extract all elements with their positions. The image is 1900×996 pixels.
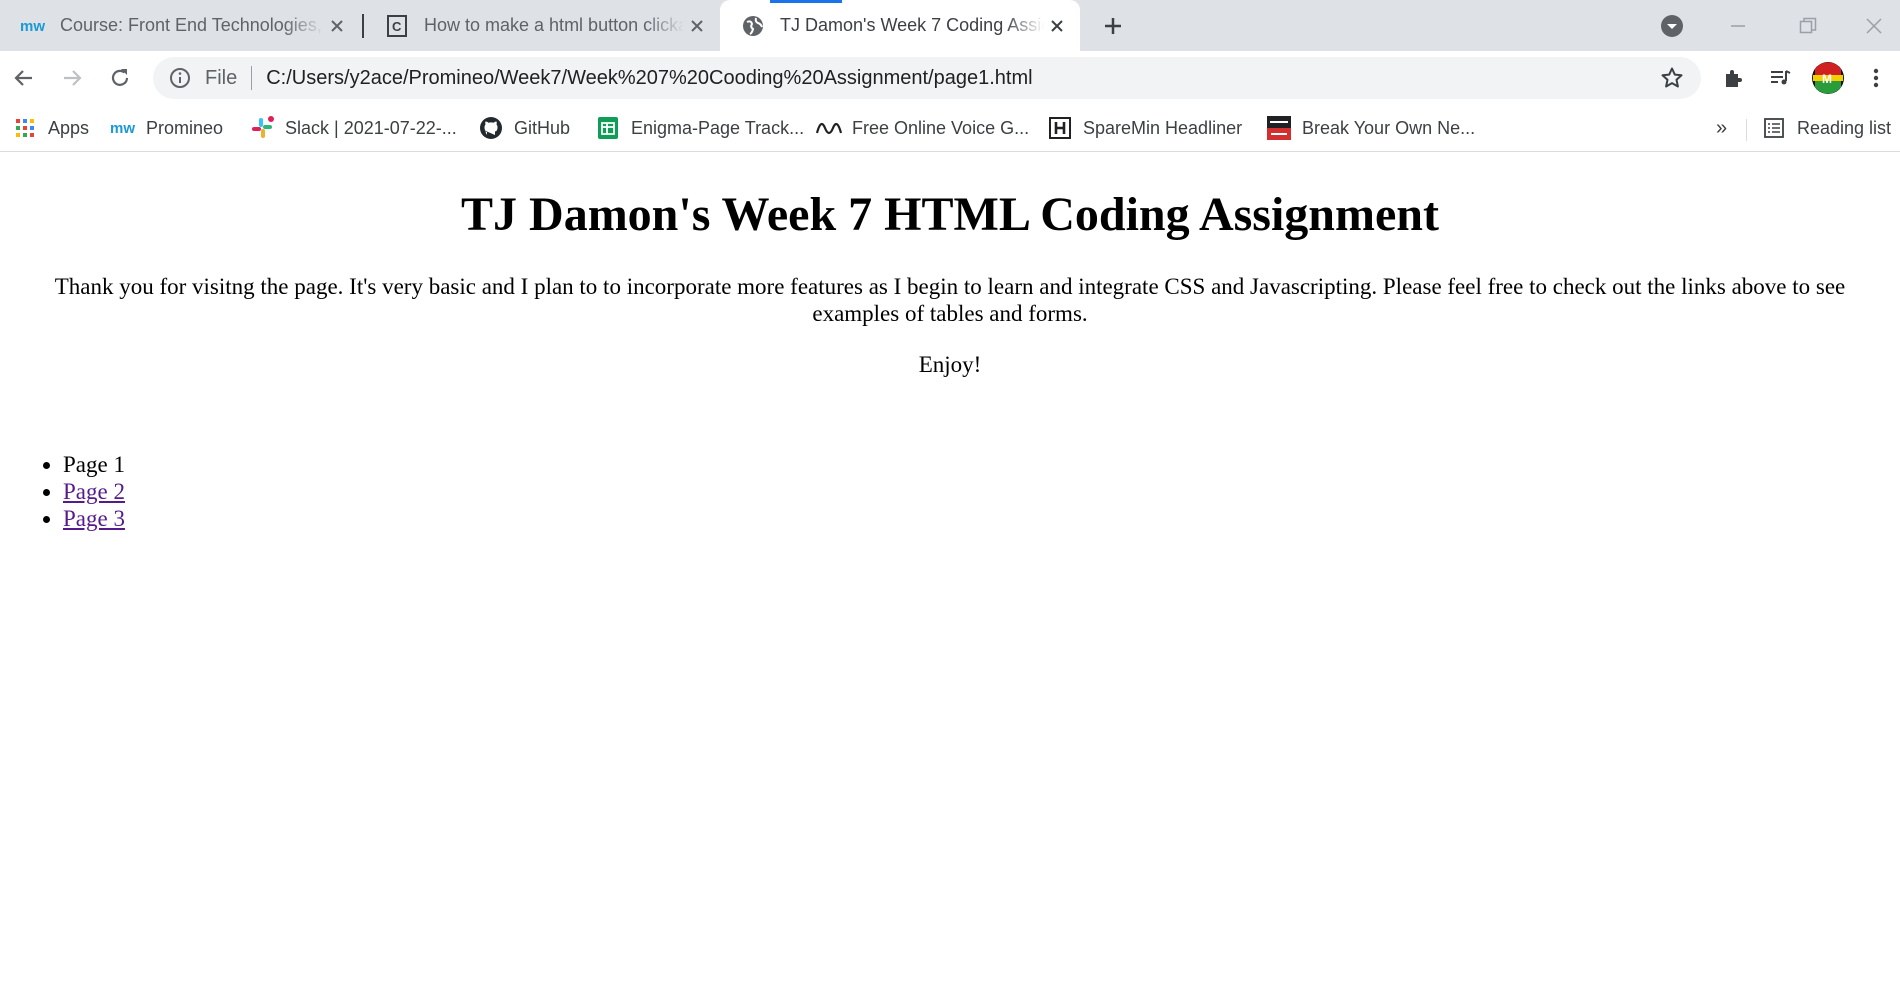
chrome-menu-button[interactable] <box>1858 60 1894 96</box>
page-2-link[interactable]: Page 2 <box>63 479 125 504</box>
omnibox-divider <box>251 66 253 90</box>
media-controls-button[interactable] <box>1762 60 1798 96</box>
list-item-page-1: Page 1 <box>63 451 125 478</box>
slack-icon <box>249 115 275 141</box>
svg-text:M: M <box>1822 72 1832 86</box>
close-tab-icon[interactable] <box>1044 13 1070 39</box>
bookmark-label: Promineo <box>146 117 224 138</box>
kebab-menu-icon <box>1873 68 1879 88</box>
bookmark-label: Slack | 2021-07-22-... <box>285 117 457 138</box>
bookmark-label: GitHub <box>514 117 571 138</box>
profile-avatar[interactable]: M <box>1810 60 1846 96</box>
bookmarks-bar: Apps mw Promineo Slack | 2021-07-22-... <box>0 105 1900 152</box>
page-viewport: TJ Damon's Week 7 HTML Coding Assignment… <box>0 152 1900 996</box>
bookmark-apps[interactable]: Apps <box>12 113 89 143</box>
back-button[interactable] <box>6 60 42 96</box>
headliner-icon <box>1047 115 1073 141</box>
tab-search-button[interactable] <box>1654 8 1690 44</box>
tab-html-button[interactable]: C How to make a html button clickable <box>364 0 720 51</box>
back-arrow-icon <box>14 70 32 86</box>
bookmark-voice[interactable]: Free Online Voice G... <box>816 113 1029 143</box>
reading-list-button[interactable]: Reading list <box>1761 113 1891 143</box>
chevron-double-right-icon: » <box>1716 116 1728 139</box>
bookmark-star-icon[interactable] <box>1657 63 1687 93</box>
close-tab-icon[interactable] <box>324 13 350 39</box>
bookmarks-divider <box>1746 119 1747 141</box>
wave-icon <box>816 115 842 141</box>
github-icon <box>478 115 504 141</box>
close-tab-icon[interactable] <box>684 13 710 39</box>
extensions-button[interactable] <box>1716 60 1752 96</box>
bookmark-label: Free Online Voice G... <box>852 117 1030 138</box>
apps-grid-icon <box>12 115 38 141</box>
moodle-mw-icon: mw <box>20 13 46 39</box>
enjoy-text: Enjoy! <box>918 352 982 377</box>
forward-button[interactable] <box>54 60 90 96</box>
tab-title: Course: Front End Technologies, Week 7 <box>60 15 324 35</box>
bookmark-github[interactable]: GitHub <box>478 113 570 143</box>
puzzle-icon <box>1726 70 1742 87</box>
address-bar[interactable]: File C:/Users/y2ace/Promineo/Week7/Week%… <box>153 57 1701 99</box>
avatar-icon: M <box>1812 62 1844 94</box>
bookmark-break-news[interactable]: Break Your Own Ne... <box>1266 113 1475 143</box>
scheme-label: File <box>205 66 238 89</box>
minimize-button[interactable] <box>1720 8 1756 44</box>
bookmark-slack[interactable]: Slack | 2021-07-22-... <box>249 113 457 143</box>
bookmark-label: Apps <box>48 117 90 138</box>
loading-indicator <box>770 0 842 3</box>
code-page-icon: C <box>384 13 410 39</box>
bookmarks-overflow-button[interactable]: » <box>1716 113 1727 143</box>
svg-text:mw: mw <box>20 18 45 34</box>
sheets-icon <box>595 115 621 141</box>
intro-paragraph: Thank you for visitng the page. It's ver… <box>54 274 1846 326</box>
break-news-icon <box>1266 115 1292 141</box>
bookmark-label: Break Your Own Ne... <box>1302 117 1476 138</box>
info-icon[interactable] <box>167 65 193 91</box>
reading-list-label: Reading list <box>1797 117 1892 138</box>
tab-title: TJ Damon's Week 7 Coding Assignment <box>780 15 1044 35</box>
bookmark-promineo[interactable]: mw Promineo <box>110 113 223 143</box>
forward-arrow-icon <box>64 70 82 86</box>
bookmark-label: SpareMin Headliner <box>1083 117 1243 138</box>
browser-toolbar: File C:/Users/y2ace/Promineo/Week7/Week%… <box>0 51 1900 105</box>
tab-title: How to make a html button clickable <box>424 15 684 35</box>
restore-button[interactable] <box>1790 8 1826 44</box>
playlist-icon <box>1771 70 1791 85</box>
close-window-button[interactable] <box>1856 8 1892 44</box>
reload-icon <box>111 69 129 86</box>
globe-icon <box>740 13 766 39</box>
reload-button[interactable] <box>102 60 138 96</box>
bookmark-headliner[interactable]: SpareMin Headliner <box>1047 113 1242 143</box>
bookmark-enigma[interactable]: Enigma-Page Track... <box>595 113 804 143</box>
tab-course[interactable]: mw Course: Front End Technologies, Week … <box>0 0 360 51</box>
list-item-page-2: Page 2 <box>63 478 125 505</box>
page-nav-list: Page 1 Page 2 Page 3 <box>0 451 125 532</box>
tab-strip: mw Course: Front End Technologies, Week … <box>0 0 1900 51</box>
tab-week7-active[interactable]: TJ Damon's Week 7 Coding Assignment <box>720 0 1080 51</box>
page-3-link[interactable]: Page 3 <box>63 506 125 531</box>
url-text[interactable]: C:/Users/y2ace/Promineo/Week7/Week%207%2… <box>266 67 1657 90</box>
svg-text:C: C <box>392 19 402 34</box>
moodle-mw-icon: mw <box>110 115 136 141</box>
list-item-page-3: Page 3 <box>63 505 125 532</box>
svg-text:mw: mw <box>110 120 135 136</box>
reading-list-icon <box>1761 115 1787 141</box>
bookmark-label: Enigma-Page Track... <box>631 117 805 138</box>
page-title: TJ Damon's Week 7 HTML Coding Assignment <box>461 188 1439 241</box>
new-tab-button[interactable] <box>1098 11 1128 41</box>
